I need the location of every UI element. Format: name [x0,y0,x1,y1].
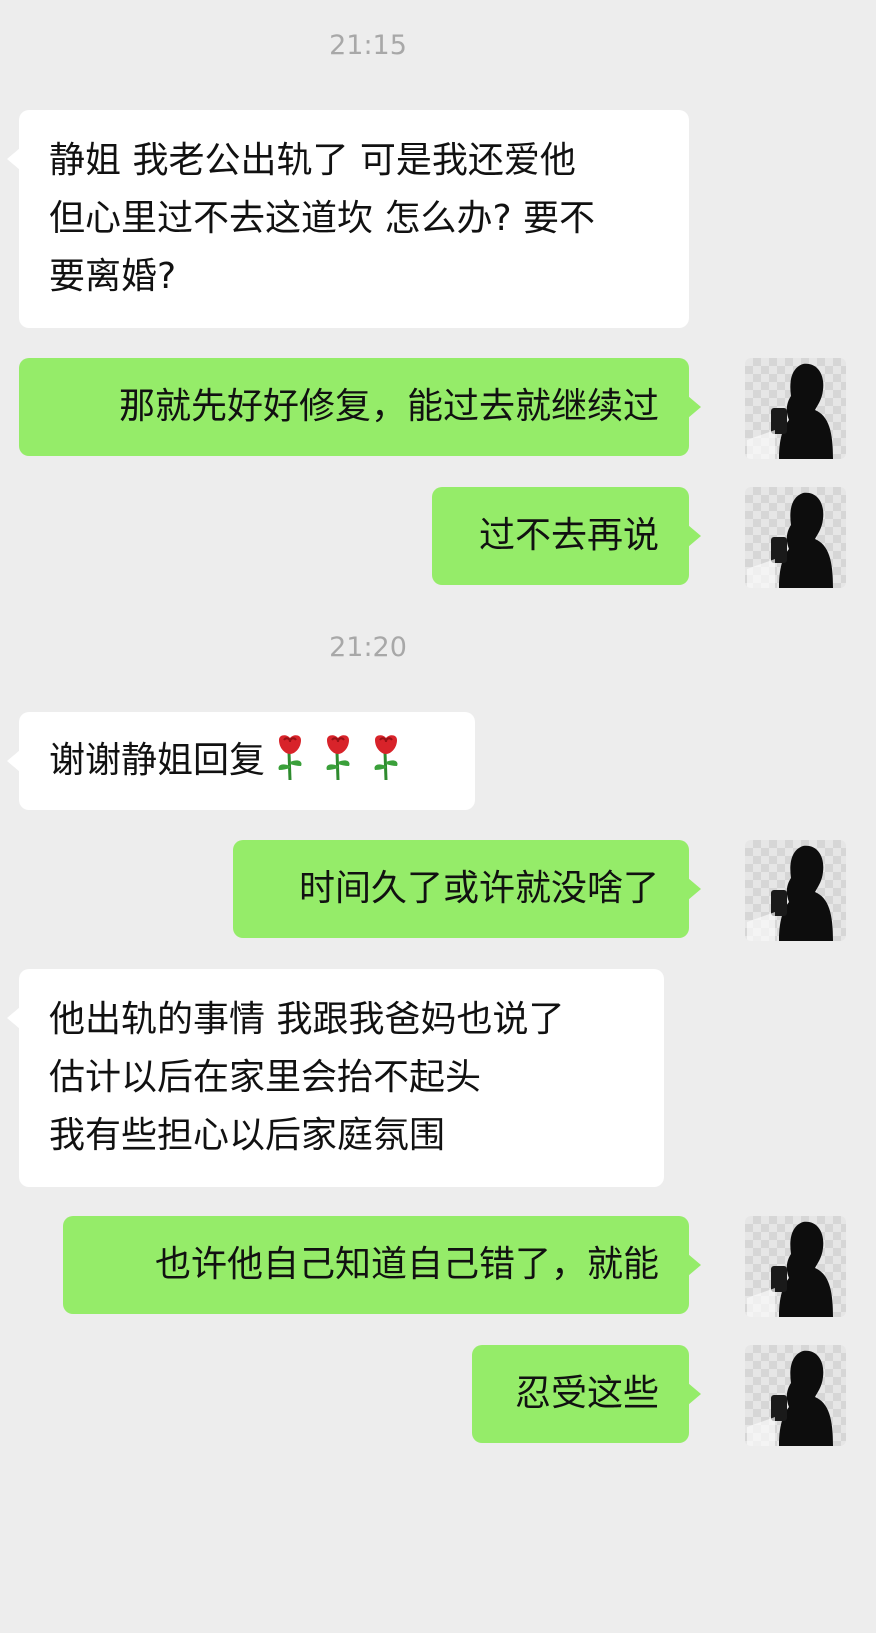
rose-emoji-icon [267,732,313,782]
outgoing-message-bubble[interactable]: 时间久了或许就没啥了 [233,840,701,938]
message-text: 时间久了或许就没啥了 [298,868,659,909]
incoming-message-bubble[interactable]: 他出轨的事情 我跟我爸妈也说了 估计以后在家里会抬不起头 我有些担心以后家庭氛围 [7,969,664,1187]
message-text: 谢谢静姐回复 [49,740,266,781]
outgoing-message-bubble[interactable]: 忍受这些 [472,1345,701,1443]
silhouette-avatar-icon[interactable] [745,1216,846,1317]
rose-emoji-icon [363,732,409,782]
message-text: 估计以后在家里会抬不起头 [49,1057,482,1098]
silhouette-avatar-icon[interactable] [745,840,846,941]
silhouette-avatar-icon[interactable] [745,358,846,459]
outgoing-message-bubble[interactable]: 那就先好好修复，能过去就继续过 [19,358,701,456]
message-text: 那就先好好修复，能过去就继续过 [118,386,659,427]
timestamp: 21:15 [329,30,407,61]
message-text: 也许他自己知道自己错了，就能 [154,1244,659,1285]
rose-emoji-icon [315,732,361,782]
outgoing-message-bubble[interactable]: 也许他自己知道自己错了，就能 [63,1216,701,1314]
message-text: 我有些担心以后家庭氛围 [49,1115,446,1156]
silhouette-avatar-icon[interactable] [745,1345,846,1446]
message-text: 过不去再说 [478,515,659,556]
timestamp: 21:20 [329,632,407,663]
message-text: 忍受这些 [514,1373,659,1414]
incoming-message-bubble[interactable]: 谢谢静姐回复 [7,712,475,810]
message-text: 他出轨的事情 我跟我爸妈也说了 [49,999,565,1040]
incoming-message-bubble[interactable]: 静姐 我老公出轨了 可是我还爱他 但心里过不去这道坎 怎么办? 要不 要离婚? [7,110,689,328]
message-text: 静姐 我老公出轨了 可是我还爱他 [49,140,576,181]
outgoing-message-bubble[interactable]: 过不去再说 [432,487,701,585]
message-text: 但心里过不去这道坎 怎么办? 要不 [49,198,595,239]
message-text: 要离婚? [49,256,177,297]
silhouette-avatar-icon[interactable] [745,487,846,588]
